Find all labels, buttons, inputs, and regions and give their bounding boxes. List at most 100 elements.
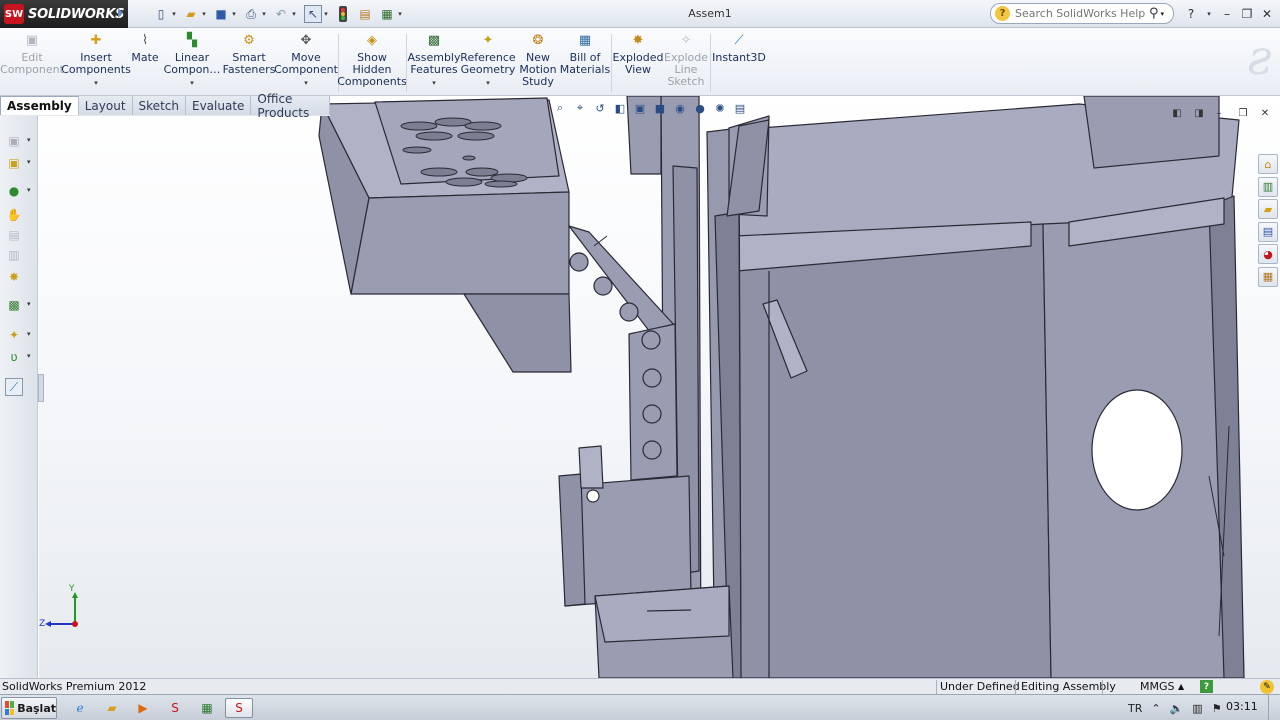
menu-expand-arrow-icon[interactable] [118, 8, 123, 18]
file-properties-icon[interactable]: ▤ [356, 5, 374, 23]
solidworks-resources-icon[interactable]: ⌂ [1258, 154, 1278, 174]
new-document-icon[interactable]: ▯ [152, 5, 170, 23]
exploded-view-button[interactable]: ✸ Exploded View [613, 32, 664, 76]
insert-components-dropdown-icon[interactable]: ▾ [94, 77, 98, 89]
save-dropdown-icon[interactable]: ▾ [230, 5, 238, 23]
unit-system-dropdown-icon[interactable]: ▲ [1178, 682, 1184, 691]
network-icon[interactable]: ▥ [1192, 702, 1202, 715]
file-explorer-taskbar-icon[interactable]: ▰ [100, 698, 124, 718]
notification-flag-icon[interactable]: ⚑ [1212, 702, 1222, 715]
view-orientation-icon[interactable]: ▣ [632, 100, 648, 116]
appearances-scenes-icon[interactable]: ◕ [1258, 244, 1278, 264]
search-dropdown-icon[interactable]: ▾ [1161, 10, 1165, 18]
zoom-to-area-icon[interactable]: ⌖ [572, 100, 588, 116]
assembly-features-dropdown-icon[interactable]: ▾ [432, 77, 436, 89]
viewport-close-icon[interactable]: ✕ [1258, 106, 1272, 120]
tab-layout[interactable]: Layout [78, 96, 133, 115]
undo-dropdown-icon[interactable]: ▾ [290, 5, 298, 23]
toolbar-collapse-handle[interactable] [38, 374, 44, 402]
file-explorer-icon[interactable]: ▰ [1258, 199, 1278, 219]
hidden-tool-icon[interactable]: ▥ [5, 246, 23, 264]
minimize-icon[interactable]: – [1218, 5, 1236, 23]
select-icon[interactable]: ↖ [304, 5, 322, 23]
help-search-input[interactable] [1015, 7, 1145, 20]
tool-dropdown-icon[interactable]: ▾ [27, 330, 31, 338]
tab-sketch[interactable]: Sketch [132, 96, 186, 115]
volume-icon[interactable]: 🔈 [1170, 702, 1184, 715]
tool-dropdown-icon[interactable]: ▾ [27, 186, 31, 194]
apply-scene-icon[interactable]: ✺ [712, 100, 728, 116]
help-search-box[interactable]: ? ⚲ ▾ [990, 3, 1174, 24]
print-dropdown-icon[interactable]: ▾ [260, 5, 268, 23]
tool-dropdown-icon[interactable]: ▾ [27, 352, 31, 360]
tab-evaluate[interactable]: Evaluate [185, 96, 252, 115]
rebuild-icon[interactable] [334, 5, 352, 23]
open-dropdown-icon[interactable]: ▾ [200, 5, 208, 23]
edit-appearance-icon[interactable]: ● [692, 100, 708, 116]
new-motion-study-button[interactable]: ❂ New Motion Study [518, 32, 558, 88]
hide-show-items-icon[interactable]: ◉ [672, 100, 688, 116]
show-desktop-button[interactable] [1268, 695, 1280, 720]
search-icon[interactable]: ⚲ [1149, 6, 1159, 21]
instant3d-tool-icon[interactable]: ⟋ [5, 378, 23, 396]
section-view-icon[interactable]: ◧ [612, 100, 628, 116]
graphics-area[interactable]: ⌕ ⌖ ↺ ◧ ▣ ■ ◉ ● ✺ ▤ [39, 96, 1280, 678]
smart-fasteners-button[interactable]: ⚙ Smart Fasteners [223, 32, 276, 76]
linear-component-dropdown-icon[interactable]: ▾ [190, 77, 194, 89]
design-library-icon[interactable]: ▥ [1258, 176, 1278, 197]
custom-properties-icon[interactable]: ▦ [1258, 266, 1278, 287]
mate-tool-icon[interactable]: ● [5, 182, 23, 200]
restore-icon[interactable]: ❐ [1238, 5, 1256, 23]
quick-tips-icon[interactable]: ? [1200, 680, 1213, 693]
options-icon[interactable]: ▦ [378, 5, 396, 23]
spreadsheet-app-icon[interactable]: ▦ [195, 698, 219, 718]
viewport-restore-icon[interactable]: ❐ [1236, 106, 1250, 120]
assembly-features-button[interactable]: ▩ Assembly Features ▾ [407, 32, 460, 89]
smart-fastener-tool-icon[interactable]: ✸ [5, 268, 23, 286]
bill-of-materials-button[interactable]: ▦ Bill of Materials [560, 32, 610, 76]
solidworks-logo[interactable]: SW SOLIDWORKS [0, 0, 128, 28]
taskbar-clock[interactable]: 03:11 [1226, 700, 1258, 713]
input-language[interactable]: TR [1128, 702, 1142, 715]
edit-component-tool-icon[interactable]: ▣ [5, 132, 23, 150]
media-player-icon[interactable]: ▶ [131, 698, 155, 718]
sketch-tool-icon[interactable]: ʋ [5, 348, 23, 366]
reference-geometry-button[interactable]: ✦ Reference Geometry ▾ [460, 32, 515, 89]
view-settings-icon[interactable]: ▤ [732, 100, 748, 116]
reference-geometry-tool-icon[interactable]: ✦ [5, 326, 23, 344]
tab-office-products[interactable]: Office Products [251, 92, 330, 120]
previous-view-icon[interactable]: ↺ [592, 100, 608, 116]
move-component-dropdown-icon[interactable]: ▾ [304, 77, 308, 89]
close-icon[interactable]: ✕ [1258, 5, 1276, 23]
start-button[interactable]: Başlat [1, 697, 57, 719]
tool-dropdown-icon[interactable]: ▾ [27, 136, 31, 144]
explode-line-sketch-button[interactable]: ✧ Explode Line Sketch [664, 32, 708, 88]
tool-dropdown-icon[interactable]: ▾ [27, 300, 31, 308]
help-icon[interactable]: ? [1182, 5, 1200, 23]
reference-geometry-dropdown-icon[interactable]: ▾ [486, 77, 490, 89]
open-document-icon[interactable]: ▰ [182, 5, 200, 23]
assembly-feature-tool-icon[interactable]: ▩ [5, 296, 23, 314]
show-hidden-icons-icon[interactable]: ⌃ [1151, 702, 1160, 715]
tool-dropdown-icon[interactable]: ▾ [27, 158, 31, 166]
rotate-tool-icon[interactable]: ▤ [5, 226, 23, 244]
move-component-button[interactable]: ✥ Move Component ▾ [274, 32, 338, 89]
display-style-icon[interactable]: ■ [652, 100, 668, 116]
view-palette-icon[interactable]: ▤ [1258, 221, 1278, 242]
new-dropdown-icon[interactable]: ▾ [170, 5, 178, 23]
internet-explorer-icon[interactable]: ℯ [68, 698, 92, 718]
save-icon[interactable]: ■ [212, 5, 230, 23]
mate-button[interactable]: ⌇ Mate [130, 32, 160, 64]
linear-component-pattern-button[interactable]: ▚ Linear Compon… ▾ [164, 32, 221, 89]
unit-system[interactable]: MMGS [1140, 680, 1175, 693]
undo-icon[interactable]: ↶ [272, 5, 290, 23]
print-icon[interactable]: ⎙ [242, 5, 260, 23]
solidworks-taskbar-icon[interactable]: S [163, 698, 187, 718]
instant3d-button[interactable]: ⟋ Instant3D [712, 32, 766, 64]
edit-component-button[interactable]: ▣ Edit Component [0, 32, 64, 76]
viewport-next-icon[interactable]: ◨ [1192, 106, 1206, 120]
viewport-previous-icon[interactable]: ◧ [1170, 106, 1184, 120]
move-tool-icon[interactable]: ✋ [5, 206, 23, 224]
insert-components-button[interactable]: ✚ Insert Components ▾ [61, 32, 131, 89]
select-dropdown-icon[interactable]: ▾ [322, 5, 330, 23]
